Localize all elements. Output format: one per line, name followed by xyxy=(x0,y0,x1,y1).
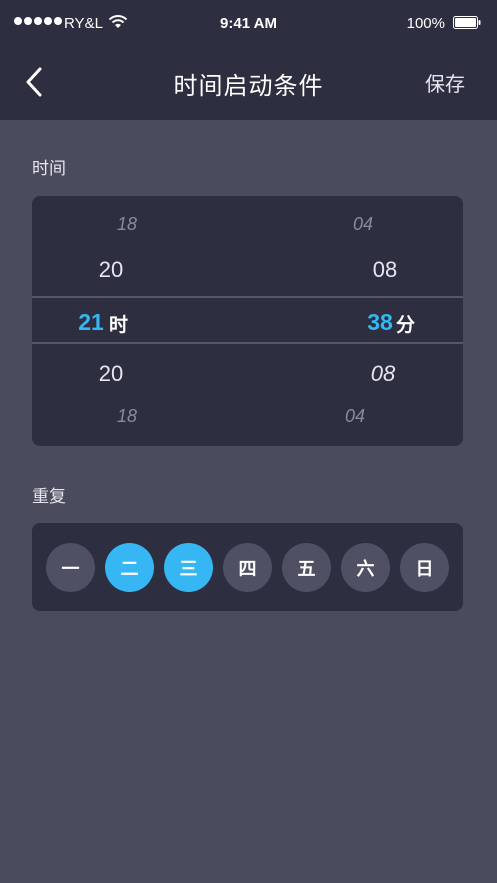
hour-option[interactable]: 20 xyxy=(71,257,151,283)
weekday-toggle-sun[interactable]: 日 xyxy=(400,543,449,592)
minute-option[interactable]: 04 xyxy=(323,214,403,235)
weekday-toggle-thu[interactable]: 四 xyxy=(223,543,272,592)
time-picker[interactable]: 18 20 21 时 20 18 04 08 38 分 08 04 xyxy=(32,196,463,446)
minute-unit-label: 分 xyxy=(396,314,416,336)
battery-icon xyxy=(453,16,481,29)
hour-option[interactable]: 18 xyxy=(87,406,167,427)
header: RY&L 9:41 AM 100% 时间启动条件 保存 xyxy=(0,0,497,120)
time-section-label: 时间 xyxy=(32,159,66,179)
weekday-toggle-fri[interactable]: 五 xyxy=(282,543,331,592)
weekday-toggle-mon[interactable]: 一 xyxy=(46,543,95,592)
hour-unit-label: 时 xyxy=(109,314,129,336)
hour-option[interactable]: 18 xyxy=(87,214,167,235)
battery-percent: 100% xyxy=(406,15,445,32)
hour-option[interactable]: 20 xyxy=(71,361,151,387)
weekday-toggle-tue[interactable]: 二 xyxy=(105,543,154,592)
weekday-toggle-sat[interactable]: 六 xyxy=(341,543,390,592)
minute-option[interactable]: 04 xyxy=(315,406,395,427)
status-bar: RY&L 9:41 AM 100% xyxy=(0,0,497,48)
weekday-toggle-wed[interactable]: 三 xyxy=(164,543,213,592)
page-title: 时间启动条件 xyxy=(173,72,324,100)
repeat-days-panel: 一 二 三 四 五 六 日 xyxy=(32,523,463,611)
repeat-section-label: 重复 xyxy=(32,487,66,507)
nav-bar: 时间启动条件 保存 xyxy=(0,48,497,120)
weekday-selector: 一 二 三 四 五 六 日 xyxy=(46,543,449,592)
minute-option[interactable]: 08 xyxy=(345,257,425,283)
save-button[interactable]: 保存 xyxy=(425,68,465,97)
minute-option[interactable]: 08 xyxy=(343,361,423,387)
